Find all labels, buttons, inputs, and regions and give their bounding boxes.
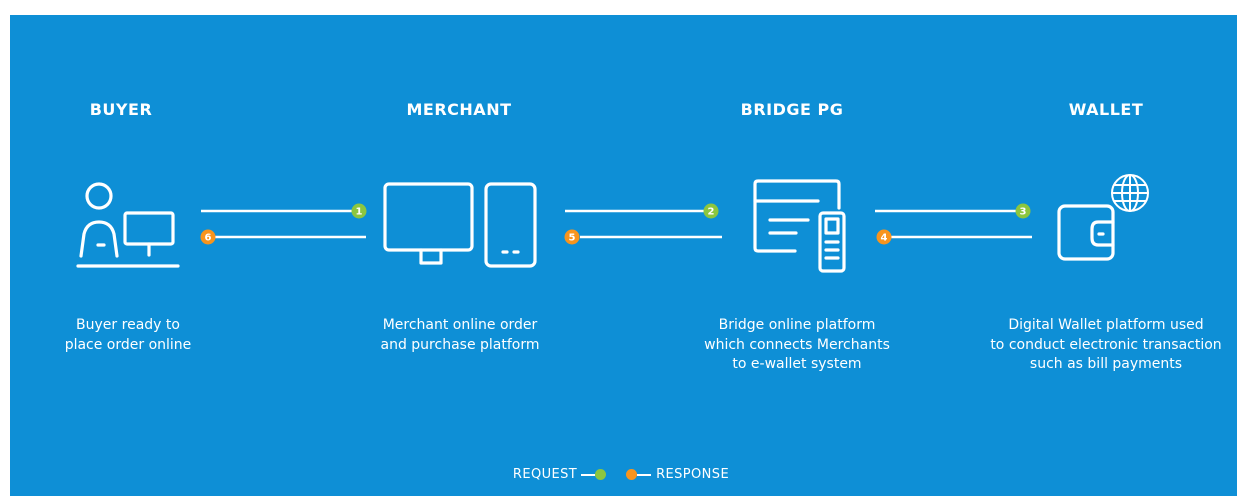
step-4-marker: 4 (876, 229, 892, 245)
legend-response-label: RESPONSE (656, 467, 730, 482)
description-line: Buyer ready to (76, 317, 180, 333)
svg-text:6: 6 (205, 233, 212, 244)
flow-diagram: 1 6 2 5 3 4 (76, 174, 1149, 273)
legend: REQUEST RESPONSE (0, 467, 1242, 482)
description-wallet: Digital Wallet platform used to conduct … (956, 316, 1242, 375)
step-3-marker: 3 (1015, 203, 1031, 219)
svg-text:5: 5 (569, 233, 576, 244)
description-line: Merchant online order (382, 317, 538, 333)
description-line: Bridge online platform (718, 317, 876, 333)
svg-text:2: 2 (708, 207, 715, 218)
description-line: Digital Wallet platform used (1008, 317, 1204, 333)
svg-text:4: 4 (881, 233, 888, 244)
description-line: to e-wallet system (732, 356, 862, 372)
description-line: such as bill payments (1029, 356, 1183, 372)
legend-request-label: REQUEST (512, 467, 578, 482)
legend-request-dot (595, 469, 607, 480)
description-line: place order online (64, 336, 192, 353)
step-6-marker: 6 (200, 229, 216, 245)
legend-request: REQUEST (513, 467, 624, 482)
payment-terminal-icon (753, 179, 846, 273)
description-buyer: Buyer ready to place order online (0, 316, 278, 355)
wallet-globe-icon (1057, 174, 1149, 261)
description-merchant: Merchant online order and purchase platf… (310, 316, 610, 355)
legend-response: RESPONSE (624, 467, 729, 482)
description-line: which connects Merchants (704, 336, 890, 353)
step-2-marker: 2 (703, 203, 719, 219)
legend-response-dot (626, 469, 638, 480)
description-line: to conduct electronic transaction (990, 336, 1222, 353)
legend-request-line (581, 473, 596, 476)
buyer-at-computer-icon (76, 182, 180, 268)
svg-text:1: 1 (356, 207, 363, 218)
description-bridge-pg: Bridge online platform which connects Me… (647, 316, 947, 375)
desktop-and-mobile-icon (383, 182, 537, 268)
description-line: and purchase platform (380, 336, 540, 353)
svg-text:3: 3 (1020, 207, 1027, 218)
step-5-marker: 5 (564, 229, 580, 245)
step-1-marker: 1 (351, 203, 367, 219)
legend-response-line (637, 473, 652, 476)
